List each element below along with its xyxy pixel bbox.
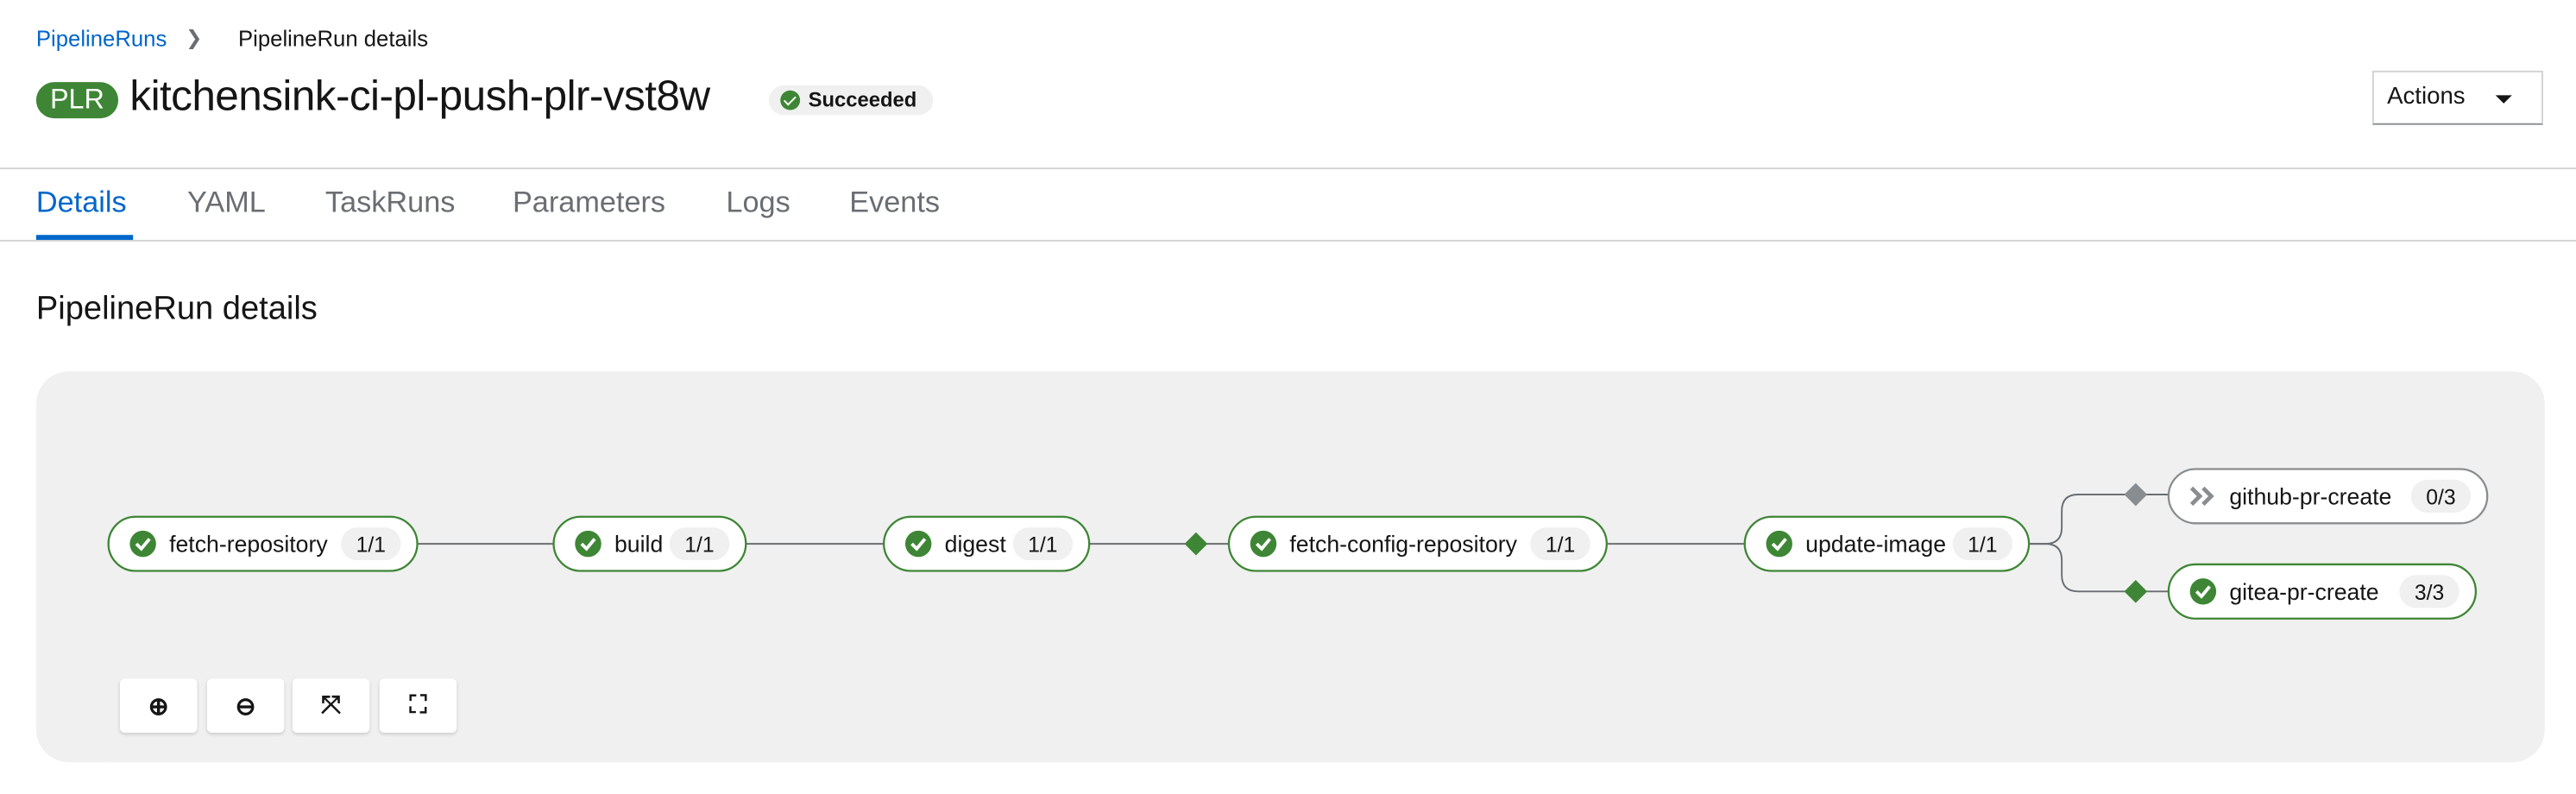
task-count: 1/1 — [684, 534, 714, 558]
reset-view-icon: ⛶ — [409, 691, 427, 720]
task-node-fetch-repository[interactable]: fetch-repository 1/1 — [107, 515, 419, 572]
task-node-update-image[interactable]: update-image 1/1 — [1743, 515, 2031, 572]
task-name: github-pr-create — [2229, 483, 2391, 509]
reset-view-button[interactable]: ⛶ — [379, 678, 457, 734]
edge — [2029, 543, 2169, 593]
task-node-fetch-config-repository[interactable]: fetch-config-repository 1/1 — [1227, 515, 1608, 572]
zoom-in-icon: ⊕ — [148, 692, 169, 721]
check-circle-icon — [129, 530, 156, 558]
task-name: fetch-repository — [169, 532, 328, 558]
when-expression-diamond-icon — [2124, 482, 2148, 507]
when-expression-diamond-icon — [1184, 532, 1208, 556]
edge — [2029, 494, 2169, 545]
fit-to-screen-icon: ⤧ — [321, 691, 342, 720]
pipeline-graph: fetch-repository 1/1 build 1/1 digest 1/1 fetc… — [107, 468, 2489, 620]
task-name: build — [614, 532, 663, 558]
fit-to-screen-button[interactable]: ⤧ — [292, 678, 370, 734]
zoom-out-icon: ⊖ — [235, 692, 256, 721]
check-circle-icon — [575, 530, 601, 558]
task-count: 3/3 — [2415, 582, 2444, 605]
task-count: 1/1 — [1546, 534, 1575, 558]
check-circle-icon — [2189, 578, 2217, 605]
task-count: 1/1 — [1028, 534, 1057, 558]
task-name: update-image — [1805, 532, 1946, 558]
task-name: gitea-pr-create — [2229, 579, 2378, 605]
task-count: 0/3 — [2426, 486, 2455, 509]
task-count: 1/1 — [1968, 534, 1997, 558]
zoom-out-button[interactable]: ⊖ — [206, 678, 285, 734]
when-expression-diamond-icon — [2124, 580, 2148, 603]
task-node-gitea-pr-create[interactable]: gitea-pr-create 3/3 — [2167, 563, 2478, 620]
check-circle-icon — [1250, 530, 1277, 558]
task-node-build[interactable]: build 1/1 — [552, 515, 747, 572]
task-name: digest — [945, 532, 1007, 558]
task-count: 1/1 — [356, 534, 386, 558]
zoom-in-button[interactable]: ⊕ — [119, 678, 198, 734]
task-name: fetch-config-repository — [1289, 532, 1517, 558]
task-node-digest[interactable]: digest 1/1 — [883, 515, 1091, 572]
check-circle-icon — [904, 530, 932, 558]
check-circle-icon — [1766, 530, 1792, 558]
task-node-github-pr-create[interactable]: github-pr-create 0/3 — [2167, 468, 2489, 525]
